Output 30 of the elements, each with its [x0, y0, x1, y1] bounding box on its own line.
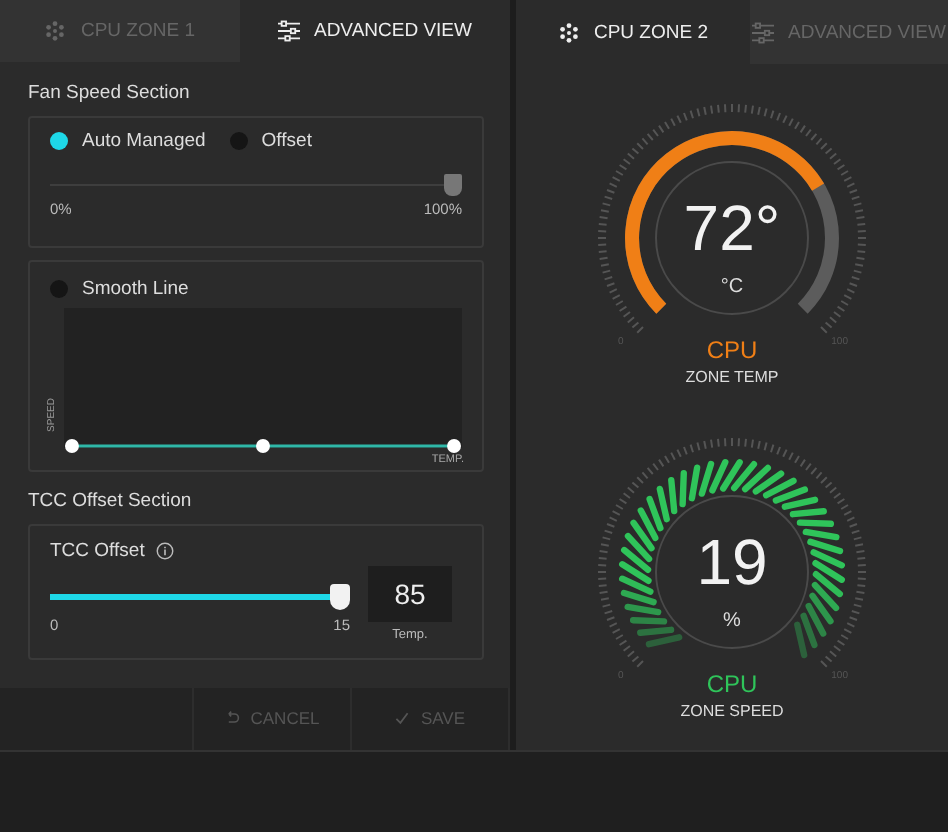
gauge-unit: % — [721, 610, 743, 632]
gauge-label: CPU — [704, 670, 760, 698]
sliders-icon — [277, 19, 300, 42]
gauge-value: 19 — [694, 526, 770, 598]
curve-point[interactable] — [447, 438, 461, 453]
curve-point[interactable] — [65, 438, 79, 453]
radio-label[interactable]: Auto Managed — [82, 129, 206, 152]
gauge-value: 72° — [681, 192, 783, 264]
slider-thumb[interactable] — [330, 584, 350, 611]
undo-icon — [224, 710, 241, 727]
gauge-unit: °C — [718, 276, 746, 298]
tcc-offset-slider[interactable] — [50, 587, 350, 608]
section-title: TCC Offset Section — [28, 489, 194, 514]
radio-label[interactable]: Smooth Line — [82, 277, 189, 300]
radio-label[interactable]: Offset — [261, 129, 312, 152]
field-label: TCC Offset — [50, 539, 145, 562]
slider-thumb[interactable] — [444, 174, 462, 197]
fan-icon — [44, 19, 67, 42]
fan-icon — [557, 21, 580, 43]
curve-point[interactable] — [256, 438, 270, 453]
gauge-caption: ZONE TEMP — [683, 368, 781, 386]
info-icon[interactable] — [156, 541, 175, 560]
gauge-label: CPU — [704, 336, 760, 364]
check-icon — [394, 710, 411, 727]
section-title: Fan Speed Section — [28, 81, 192, 106]
fan-speed-slider[interactable] — [50, 175, 462, 196]
radio-button[interactable] — [50, 131, 68, 150]
gauge-caption: ZONE SPEED — [678, 702, 786, 720]
value-field[interactable]: 85 — [368, 565, 452, 622]
sliders-icon — [751, 21, 774, 43]
